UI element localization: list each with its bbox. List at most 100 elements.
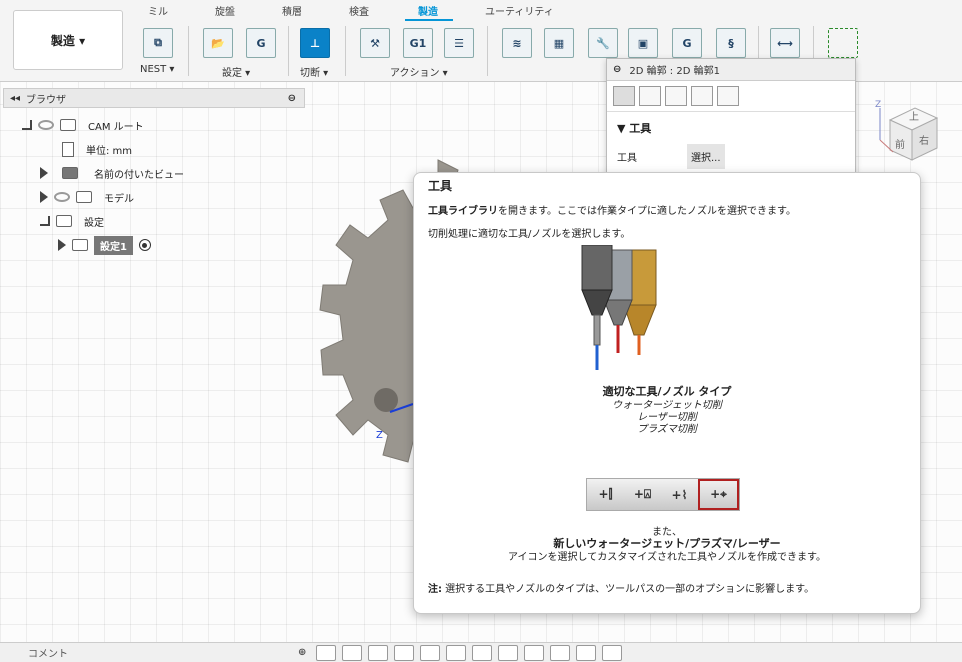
tree-item-cam-root[interactable]: CAM ルート [22,115,144,135]
expanded-triangle-icon[interactable] [22,120,32,130]
dialog-title: 2D 輪郭 : 2D 輪郭1 [629,66,720,77]
nc-program-icon[interactable]: G [672,28,702,58]
machine-library-icon[interactable]: 🔧 [588,28,618,58]
display-settings-icon[interactable] [446,644,467,661]
units-doc-icon [62,141,74,157]
tab-tool-icon[interactable] [613,86,635,106]
select-window-icon[interactable] [828,28,858,58]
browser-panel-header: ◂◂ ブラウザ ⊖ [3,88,305,108]
cut-group-label[interactable]: 切断 ▾ [300,64,328,79]
expanded-triangle-icon[interactable] [40,216,50,226]
simulate-icon[interactable]: ⚒ [360,28,390,58]
visual-style-icon[interactable] [576,644,597,661]
collapse-icon[interactable]: ◂◂ [10,93,20,104]
collapsed-triangle-icon[interactable] [40,167,48,179]
operation-dialog: ⊖ 2D 輪郭 : 2D 輪郭1 ▼ 工具 工具 選択... [606,58,856,174]
navcube-z-label: Z [875,100,882,110]
nest-icon[interactable]: ⧉ [143,28,173,58]
note-label: 注: [428,584,442,595]
tab-passes-icon[interactable] [691,86,713,106]
open-folder-icon [56,215,72,227]
separator [345,26,346,76]
orbit-icon[interactable] [316,644,337,661]
collapsed-triangle-icon[interactable] [40,191,48,203]
cut-2d-profile-icon[interactable]: ⊥ [300,28,330,58]
comment-add-icon[interactable]: ⊕ [298,647,306,658]
new-tool-icon-bar: +⫿ +⍓ +⌇ +⌖ [586,478,740,511]
nozzle-illustration [581,245,657,370]
axis-z-label: Z [376,430,383,441]
tree-item-setups[interactable]: 設定 [40,211,104,231]
fit-icon[interactable] [420,644,441,661]
active-radio-icon[interactable] [138,239,151,251]
new-tool-description: アイコンを選択してカスタマイズされた工具やノズルを作成できます。 [508,552,826,563]
dialog-minus-icon[interactable]: ⊖ [613,64,621,75]
setup-sheet-icon[interactable]: ☰ [444,28,474,58]
section-collapse-icon[interactable]: ▼ [617,122,629,135]
note-text: 選択する工具やノズルのタイプは、ツールパスの一部のオプションに影響します。 [442,584,815,595]
type-plasma: プラズマ切削 [637,424,697,435]
view-cube[interactable]: 上 前 右 Z [875,100,945,170]
new-probe-tool-icon: +⌇ [671,487,688,502]
zoom-icon[interactable] [394,644,415,661]
tree-label: 設定 [84,217,104,229]
tree-label: 名前の付いたビュー [94,169,184,181]
tree-item-named-views[interactable]: 名前の付いたビュー [40,163,184,183]
tool-library-text: 工具ライブラリ [428,206,498,217]
post-library-icon[interactable]: § [716,28,746,58]
eye-icon[interactable] [38,120,54,130]
refresh-icon[interactable] [550,644,571,661]
tree-item-model[interactable]: モデル [40,187,134,207]
tooltip-description-rest: を開きます。ここでは作業タイプに適したノズルを選択できます。 [498,206,796,217]
new-waterjet-plasma-laser-icon: +⌖ [698,479,739,510]
dialog-header: ⊖ 2D 輪郭 : 2D 輪郭1 [607,59,855,81]
tree-label: CAM ルート [88,121,144,133]
action-group-label[interactable]: アクション ▾ [390,64,448,79]
section-title: 工具 [629,122,652,135]
tooltip-note: 注: 選択する工具やノズルのタイプは、ツールパスの一部のオプションに影響します。 [428,580,814,595]
tool-select-button[interactable]: 選択... [687,144,725,169]
setup-label: 設定1 [94,235,133,255]
tab-turning[interactable]: 旋盤 [215,3,235,18]
tab-mill[interactable]: ミル [148,3,168,18]
tab-additive[interactable]: 積層 [282,3,302,18]
machine-icon[interactable]: ▣ [628,28,658,58]
collapsed-triangle-icon[interactable] [58,239,66,251]
folder-icon [62,167,78,179]
tab-linking-icon[interactable] [717,86,739,106]
tab-utilities[interactable]: ユーティリティ [485,3,554,18]
viewports-icon[interactable] [498,644,519,661]
dialog-tabs [607,81,855,112]
document-icon [60,119,76,131]
tool-section-header[interactable]: ▼ 工具 [607,112,855,144]
setup-group-label[interactable]: 設定 ▾ [222,64,250,79]
tool-display-icon[interactable] [602,644,623,661]
post-process-icon[interactable]: G1 [403,28,433,58]
tree-label: モデル [104,193,134,205]
tooltip-description: 工具ライブラリを開きます。ここでは作業タイプに適したノズルを選択できます。 [428,202,796,217]
generate-icon[interactable]: G [246,28,276,58]
template-library-icon[interactable]: ▦ [544,28,574,58]
workspace-switcher-button[interactable]: 製造 ▾ [13,10,123,70]
active-tab-indicator [405,19,453,21]
pan-icon[interactable] [368,644,389,661]
eye-icon[interactable] [54,192,70,202]
tab-heights-icon[interactable] [665,86,687,106]
look-at-icon[interactable] [342,644,363,661]
nest-group-label[interactable]: NEST ▾ [140,64,174,75]
tab-inspection[interactable]: 検査 [349,3,369,18]
tab-fabrication[interactable]: 製造 [418,3,438,18]
manage-tool-library-icon[interactable]: ≋ [502,28,532,58]
tree-label: 単位: mm [86,145,133,157]
setup-folder-icon[interactable]: 📂 [203,28,233,58]
minus-icon[interactable]: ⊖ [288,93,296,104]
comment-label: コメント [28,649,68,660]
tab-geometry-icon[interactable] [639,86,661,106]
navcube-top-label: 上 [909,112,919,123]
environment-icon[interactable] [524,644,545,661]
ribbon-tabs: ミル 旋盤 積層 検査 製造 ユーティリティ [0,0,962,21]
tree-item-setup1[interactable]: 設定1 [58,235,151,255]
grid-icon[interactable] [472,644,493,661]
tree-item-units[interactable]: 単位: mm [62,139,132,159]
measure-icon[interactable]: ⟷ [770,28,800,58]
